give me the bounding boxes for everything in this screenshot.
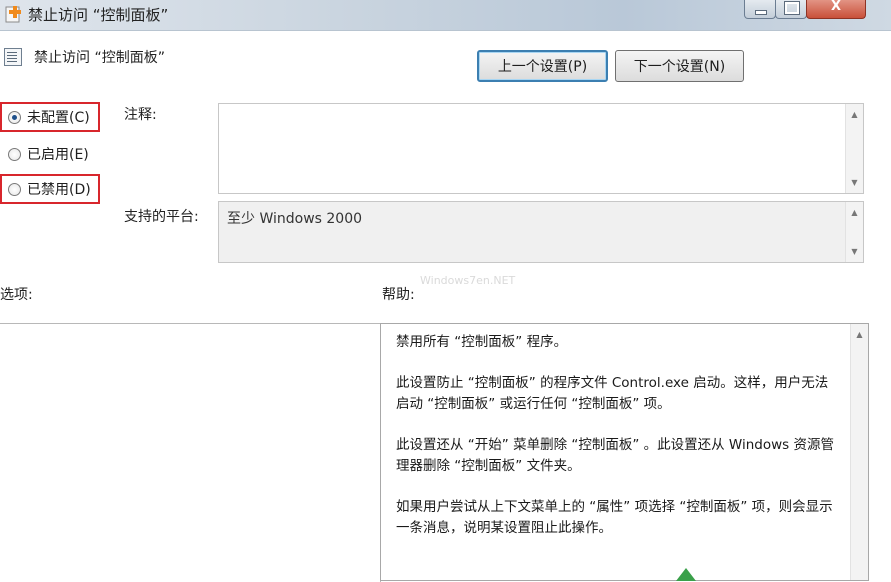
scroll-down-arrow-icon[interactable]: ▼ bbox=[846, 174, 863, 191]
radio-disabled[interactable]: 已禁用(D) bbox=[0, 174, 100, 204]
policy-header: 禁止访问 “控制面板” bbox=[4, 46, 165, 68]
comment-scrollbar[interactable]: ▲ ▼ bbox=[845, 104, 863, 193]
title-bar: 禁止访问 “控制面板” X bbox=[0, 0, 891, 31]
policy-document-icon bbox=[4, 48, 22, 66]
previous-setting-button[interactable]: 上一个设置(P) bbox=[477, 50, 608, 82]
radio-disabled-indicator[interactable] bbox=[8, 182, 21, 196]
supported-platform-label: 支持的平台: bbox=[124, 209, 199, 225]
comment-textarea[interactable]: ▲ ▼ bbox=[218, 103, 864, 194]
watermark: Windows7en.NET bbox=[420, 274, 516, 287]
radio-not-configured[interactable]: 未配置(C) bbox=[0, 102, 100, 132]
comment-label: 注释: bbox=[124, 107, 157, 123]
help-pane: 禁用所有 “控制面板” 程序。 此设置防止 “控制面板” 的程序文件 Contr… bbox=[380, 323, 869, 581]
maximize-button[interactable] bbox=[775, 0, 807, 19]
scroll-down-arrow-icon[interactable]: ▼ bbox=[846, 243, 863, 260]
options-label: 选项: bbox=[0, 287, 33, 303]
cursor-marker-icon bbox=[676, 568, 696, 581]
radio-disabled-label: 已禁用(D) bbox=[27, 182, 91, 198]
options-pane bbox=[0, 323, 381, 582]
minimize-button[interactable] bbox=[744, 0, 776, 19]
radio-enabled-label: 已启用(E) bbox=[27, 147, 89, 163]
policy-title: 禁止访问 “控制面板” bbox=[34, 50, 165, 66]
policy-app-icon bbox=[5, 6, 21, 23]
close-button[interactable]: X bbox=[806, 0, 866, 19]
help-paragraph: 禁用所有 “控制面板” 程序。 bbox=[396, 334, 568, 350]
scroll-up-arrow-icon[interactable]: ▲ bbox=[846, 106, 863, 123]
help-text: 禁用所有 “控制面板” 程序。 此设置防止 “控制面板” 的程序文件 Contr… bbox=[396, 332, 836, 559]
help-paragraph: 此设置防止 “控制面板” 的程序文件 Control.exe 启动。这样，用户无… bbox=[396, 375, 829, 412]
supported-platform-value: 至少 Windows 2000 bbox=[227, 211, 363, 227]
scroll-up-arrow-icon[interactable]: ▲ bbox=[851, 326, 868, 343]
radio-enabled[interactable]: 已启用(E) bbox=[0, 139, 89, 169]
next-setting-button[interactable]: 下一个设置(N) bbox=[615, 50, 744, 82]
radio-not-configured-indicator[interactable] bbox=[8, 110, 21, 124]
help-scrollbar[interactable]: ▲ bbox=[850, 324, 868, 580]
radio-enabled-indicator[interactable] bbox=[8, 147, 21, 161]
scroll-up-arrow-icon[interactable]: ▲ bbox=[846, 204, 863, 221]
supported-platform-box: 至少 Windows 2000 ▲ ▼ bbox=[218, 201, 864, 263]
platform-scrollbar[interactable]: ▲ ▼ bbox=[845, 202, 863, 262]
help-paragraph: 如果用户尝试从上下文菜单上的 “属性” 项选择 “控制面板” 项，则会显示一条消… bbox=[396, 499, 833, 536]
help-label: 帮助: bbox=[382, 287, 415, 303]
help-paragraph: 此设置还从 “开始” 菜单删除 “控制面板” 。此设置还从 Windows 资源… bbox=[396, 437, 834, 474]
window-title: 禁止访问 “控制面板” bbox=[28, 6, 169, 24]
close-icon: X bbox=[831, 0, 842, 14]
radio-not-configured-label: 未配置(C) bbox=[27, 110, 90, 126]
